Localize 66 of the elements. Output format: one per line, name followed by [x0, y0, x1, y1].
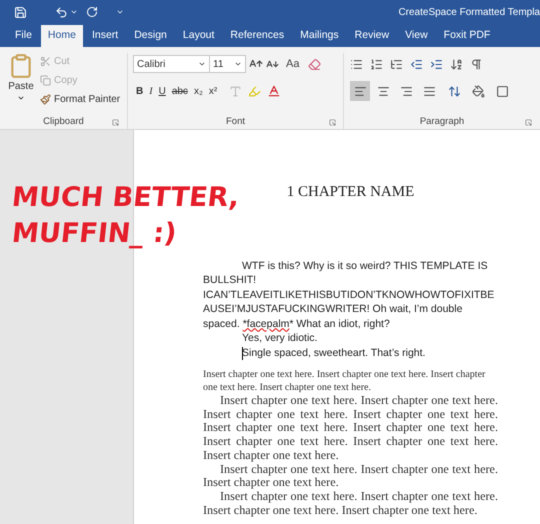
dialog-launcher-icon[interactable]: [112, 118, 119, 126]
ribbon-tab[interactable]: Review: [348, 25, 396, 47]
redo-icon[interactable]: [86, 6, 98, 18]
customize-icon[interactable]: [116, 8, 124, 16]
numbering-icon[interactable]: [370, 58, 383, 70]
ribbon-tab[interactable]: Layout: [176, 25, 222, 47]
dialog-launcher-icon[interactable]: [525, 118, 532, 126]
paintbrush-icon: [40, 94, 51, 105]
paragraph: Insert chapter one text here. Insert chapter one text here. Insert chapter one text here. Insert chapter one text here.: [203, 368, 486, 394]
ribbon-tab[interactable]: Insert: [84, 25, 126, 47]
group-label: Font: [226, 114, 245, 129]
dropdown-icon[interactable]: [70, 8, 78, 16]
ribbon-tab[interactable]: View: [398, 25, 435, 47]
decrease-indent-icon[interactable]: [410, 58, 423, 70]
group-label: Clipboard: [43, 114, 84, 129]
sort-icon[interactable]: [450, 58, 463, 70]
copy-icon: [40, 75, 51, 86]
handwritten-note: MUCH BETTER,: [10, 181, 241, 215]
font-color-icon[interactable]: [267, 84, 282, 98]
ribbon-tab[interactable]: Foxit PDF: [436, 25, 498, 47]
ribbon-tab[interactable]: References: [223, 25, 292, 47]
font-name-field[interactable]: Calibri: [133, 55, 210, 73]
paragraph: Insert chapter one text here. Insert chapter one text here. Insert chapter one text here.: [203, 462, 498, 490]
align-icon: [400, 84, 412, 98]
bullets-icon[interactable]: [350, 58, 363, 70]
ribbon-tab[interactable]: Mailings: [293, 25, 346, 47]
paragraph: Insert chapter one text here. Insert chapter one text here. Insert chapter one text here. Insert chapter one text here. Insert chapter one text here. Insert chapter one text here. Insert chapter one text here. Insert chapter one text here. Insert chapter one text here.: [203, 394, 498, 463]
font-size-field[interactable]: 11: [210, 55, 246, 73]
paragraph: Insert chapter one text here. Insert chapter one text here. Insert chapter one text here. Insert chapter one text here.: [203, 490, 498, 518]
text-cursor: [242, 346, 243, 360]
change-case-button[interactable]: Aa: [286, 56, 300, 72]
scissors-icon: [40, 56, 51, 67]
save-icon[interactable]: [14, 6, 27, 18]
format-button[interactable]: abc: [172, 84, 188, 98]
paragraph: WTF is this? Why is it so weird? THIS TEMPLATE IS BULLSHIT! ICAN’TLEAVEITLIKETHISBUTIDON’TKNOWHOWTOFIXITBEAUSEI’MJUSTAFUCKINGWRITER! Oh wait, I’m double spaced. *facepalm* What an idiot, right?: [203, 258, 496, 331]
dropdown-icon: [234, 60, 242, 68]
format-button[interactable]: x²: [208, 84, 218, 98]
align-icon: [354, 84, 366, 98]
dropdown-icon: [17, 94, 25, 102]
increase-indent-icon[interactable]: [430, 58, 443, 70]
borders-icon[interactable]: [496, 84, 509, 98]
pilcrow-icon[interactable]: [470, 58, 483, 70]
window-title: CreateSpace Formatted Templa: [398, 6, 540, 20]
format-button[interactable]: x₂: [194, 84, 203, 98]
format-button[interactable]: U: [158, 84, 166, 98]
shading-icon[interactable]: [472, 84, 485, 98]
dropdown-icon: [198, 60, 206, 68]
undo-icon[interactable]: [55, 6, 68, 18]
align-button[interactable]: [350, 81, 370, 101]
align-icon: [422, 84, 436, 98]
group-label: Paragraph: [420, 114, 464, 129]
clipboard-button[interactable]: Format Painter: [40, 92, 120, 107]
line-spacing-icon[interactable]: [448, 84, 461, 98]
paragraph: Yes, very idiotic.: [241, 331, 318, 346]
ribbon-tab[interactable]: Design: [127, 25, 174, 47]
multilevel-list-icon[interactable]: [390, 58, 403, 70]
dialog-launcher-icon[interactable]: [329, 118, 336, 126]
ribbon-tab[interactable]: Home: [40, 25, 83, 47]
ribbon-tab[interactable]: File: [8, 25, 39, 47]
paste-button[interactable]: Paste: [6, 53, 36, 115]
format-button[interactable]: I: [149, 84, 153, 98]
paragraph: Single spaced, sweetheart. That’s right.: [241, 346, 426, 360]
handwritten-note: MUFFIN_ :): [10, 217, 180, 251]
format-button[interactable]: B: [136, 84, 144, 98]
clear-formatting-icon[interactable]: [308, 58, 322, 70]
align-icon: [376, 84, 390, 98]
